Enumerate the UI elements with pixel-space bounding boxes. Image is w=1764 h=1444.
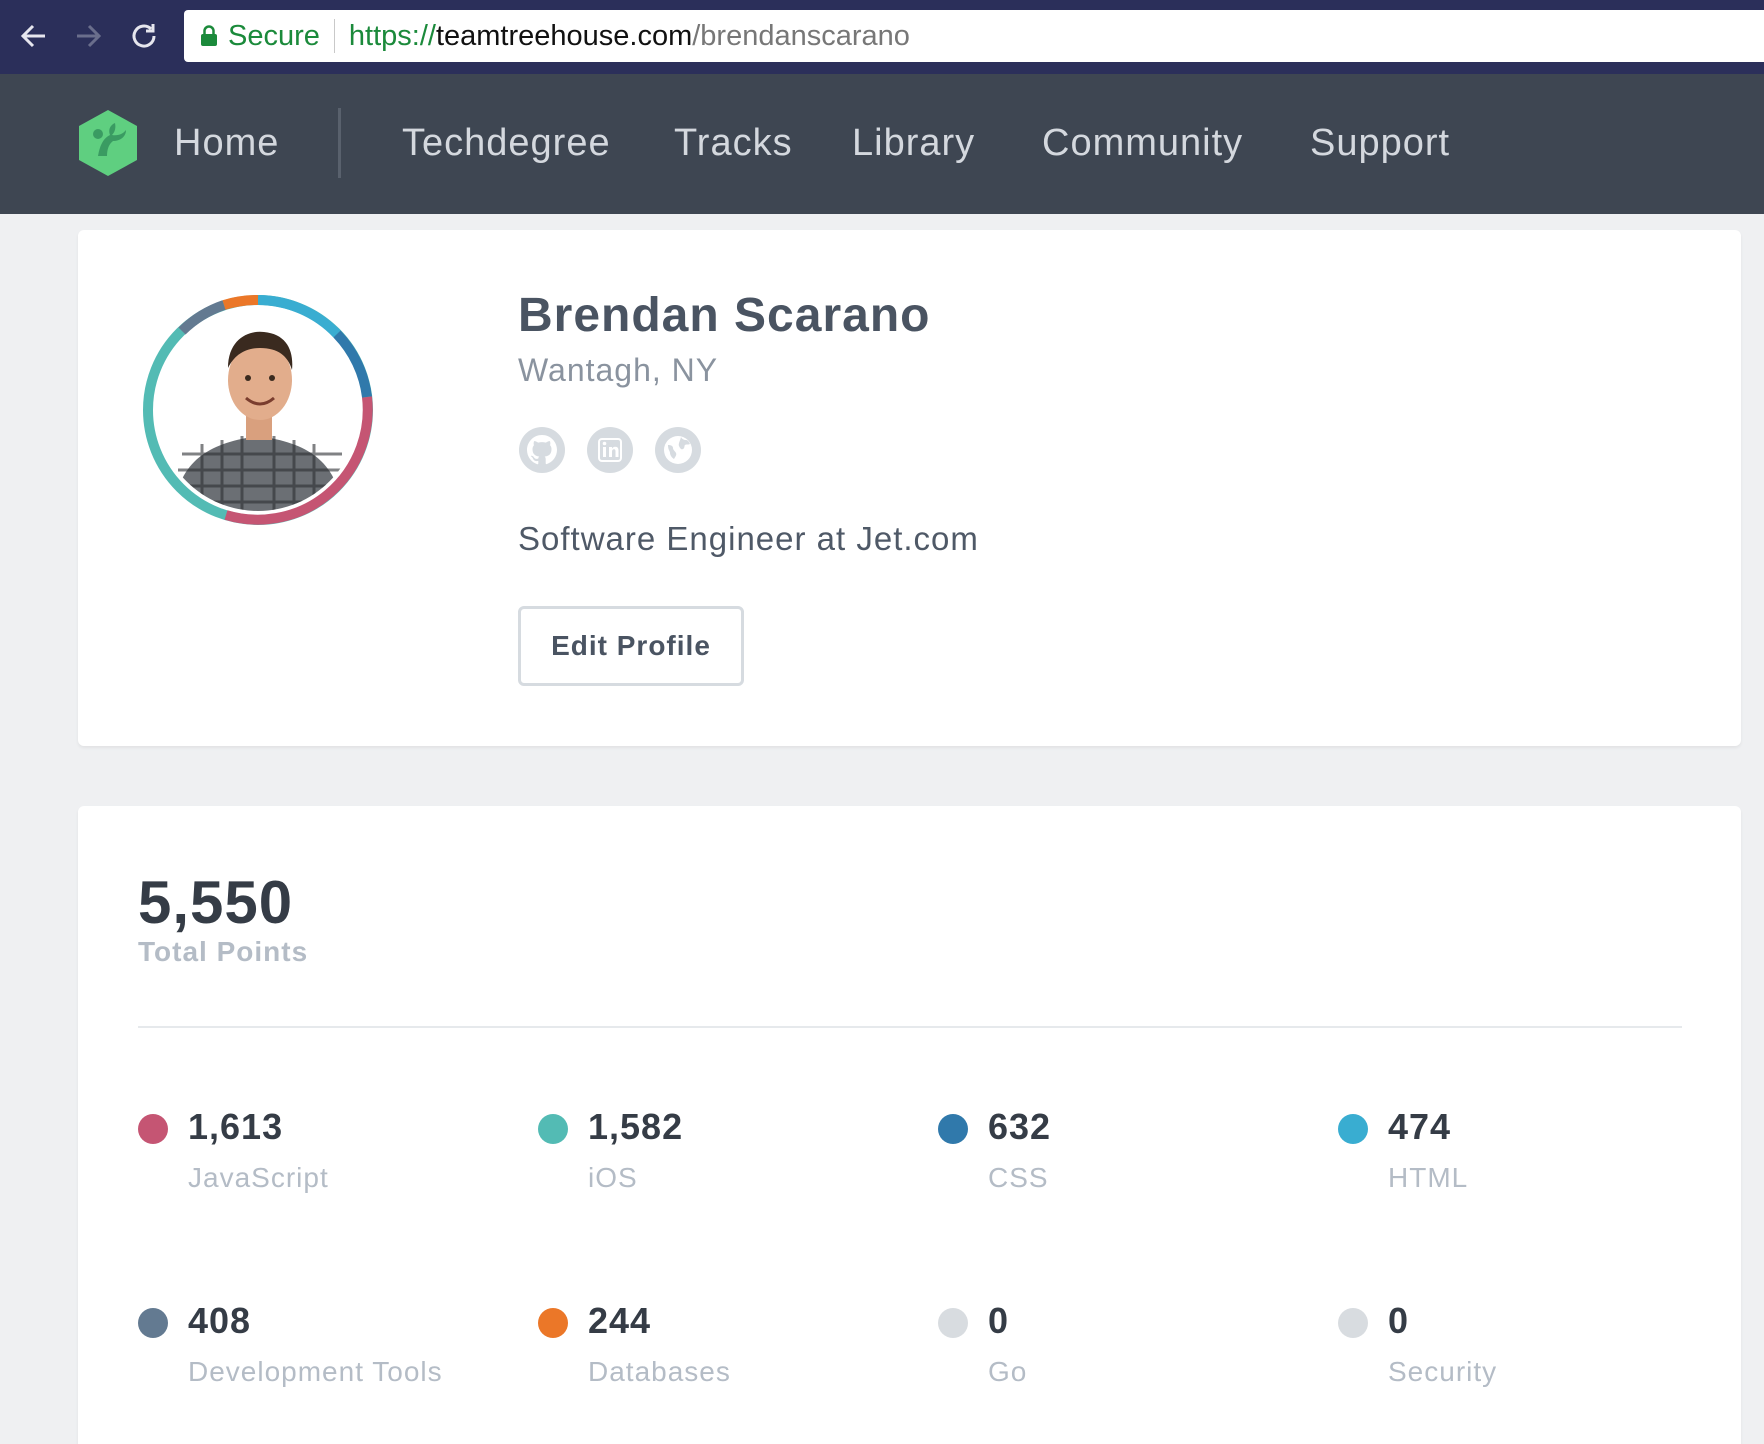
nav-techdegree[interactable]: Techdegree xyxy=(402,122,611,165)
category-dot xyxy=(1338,1308,1368,1338)
total-points-value: 5,550 xyxy=(138,869,294,936)
points-category-ios: 1,582 iOS xyxy=(538,1106,918,1226)
category-label: Development Tools xyxy=(188,1356,443,1387)
github-icon[interactable] xyxy=(518,426,566,474)
globe-icon[interactable] xyxy=(654,426,702,474)
nav-home[interactable]: Home xyxy=(174,122,279,165)
category-points: 1,582 xyxy=(588,1106,684,1147)
category-dot xyxy=(938,1114,968,1144)
nav-library[interactable]: Library xyxy=(852,122,975,165)
points-category-go: 0 Go xyxy=(938,1300,1318,1420)
forward-button[interactable] xyxy=(66,14,110,58)
edit-profile-button[interactable]: Edit Profile xyxy=(518,606,744,686)
category-label: Databases xyxy=(588,1356,731,1387)
category-dot xyxy=(138,1114,168,1144)
lock-icon xyxy=(201,25,217,46)
points-card: 5,550 Total Points 1,613 JavaScript 1,58… xyxy=(78,806,1741,1444)
avatar-ring xyxy=(143,294,373,525)
nav-divider xyxy=(338,108,341,178)
profile-name: Brendan Scarano xyxy=(518,289,931,342)
profile-bio: Software Engineer at Jet.com xyxy=(518,520,979,557)
category-label: CSS xyxy=(988,1162,1049,1193)
reload-icon xyxy=(132,24,156,48)
nav-support[interactable]: Support xyxy=(1310,122,1450,165)
arrow-right-icon xyxy=(77,24,102,48)
url-scheme: https:// xyxy=(348,19,436,52)
profile-location: Wantagh, NY xyxy=(518,352,719,388)
divider xyxy=(138,1026,1682,1028)
total-points-label: Total Points xyxy=(138,936,309,967)
nav-tracks[interactable]: Tracks xyxy=(674,122,793,165)
category-label: iOS xyxy=(588,1162,638,1193)
browser-toolbar: Secure https://teamtreehouse.com/brendan… xyxy=(0,0,1764,74)
url-path: /brendanscarano xyxy=(692,19,910,52)
points-category-security: 0 Security xyxy=(1338,1300,1718,1420)
category-points: 244 xyxy=(588,1300,652,1341)
category-label: Security xyxy=(1388,1356,1498,1387)
address-bar[interactable]: Secure https://teamtreehouse.com/brendan… xyxy=(184,10,1764,62)
social-links xyxy=(518,426,702,474)
linkedin-icon[interactable] xyxy=(586,426,634,474)
secure-label: Secure xyxy=(228,19,320,52)
category-points: 474 xyxy=(1388,1106,1452,1147)
category-points: 632 xyxy=(988,1106,1052,1147)
category-label: Go xyxy=(988,1356,1028,1387)
category-points: 0 xyxy=(1388,1300,1410,1341)
category-dot xyxy=(938,1308,968,1338)
category-points: 0 xyxy=(988,1300,1010,1341)
category-label: HTML xyxy=(1388,1162,1469,1193)
points-category-development-tools: 408 Development Tools xyxy=(138,1300,518,1420)
arrow-left-icon xyxy=(20,24,45,48)
category-label: JavaScript xyxy=(188,1162,329,1193)
category-dot xyxy=(138,1308,168,1338)
site-nav: Home Techdegree Tracks Library Community… xyxy=(0,74,1764,214)
reload-button[interactable] xyxy=(122,14,166,58)
category-dot xyxy=(1338,1114,1368,1144)
category-dot xyxy=(538,1308,568,1338)
nav-community[interactable]: Community xyxy=(1042,122,1243,165)
avatar xyxy=(142,294,374,526)
points-category-css: 632 CSS xyxy=(938,1106,1318,1226)
url-divider xyxy=(333,19,335,53)
url-host: teamtreehouse.com xyxy=(435,19,693,52)
category-dot xyxy=(538,1114,568,1144)
profile-card: Brendan Scarano Wantagh, NY Software Eng… xyxy=(78,230,1741,746)
points-category-javascript: 1,613 JavaScript xyxy=(138,1106,518,1226)
category-points: 1,613 xyxy=(188,1106,284,1147)
secure-indicator[interactable]: Secure xyxy=(200,20,320,53)
category-points: 408 xyxy=(188,1300,252,1341)
treehouse-logo-icon[interactable] xyxy=(76,108,140,178)
points-category-databases: 244 Databases xyxy=(538,1300,918,1420)
points-category-html: 474 HTML xyxy=(1338,1106,1718,1226)
back-button[interactable] xyxy=(12,14,56,58)
